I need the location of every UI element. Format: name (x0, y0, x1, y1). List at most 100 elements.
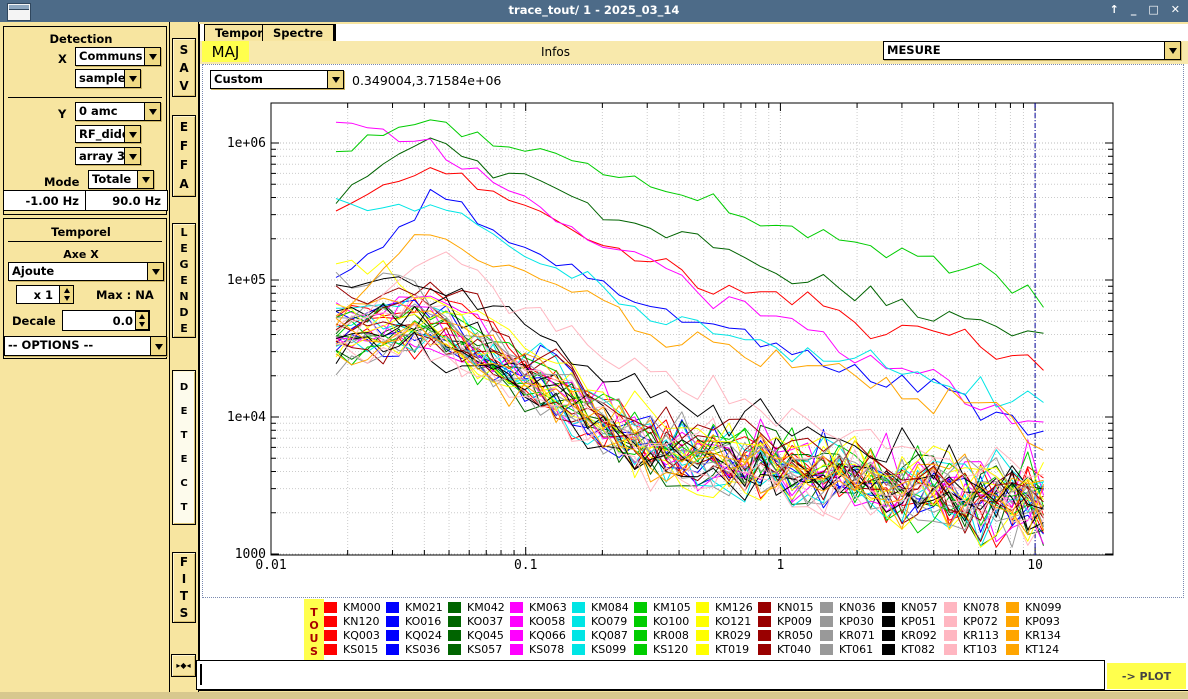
mode-select[interactable]: Totale (88, 170, 154, 189)
legend-item-KR050[interactable]: KR050 (758, 628, 820, 642)
legend-item-KM126[interactable]: KM126 (696, 600, 758, 614)
x-sample-select[interactable]: sample (75, 69, 141, 88)
legend-item-KT082[interactable]: KT082 (882, 643, 944, 657)
maximize-window-icon[interactable]: □ (1148, 3, 1158, 16)
legend-item-KO100[interactable]: KO100 (634, 614, 696, 628)
legend-item-KM063[interactable]: KM063 (510, 600, 572, 614)
legend-item-KR113[interactable]: KR113 (944, 628, 1006, 642)
legend-item-KT124[interactable]: KT124 (1006, 643, 1068, 657)
legende-button[interactable]: L E G E N D E (172, 223, 196, 338)
tous-button[interactable]: T O U S (304, 599, 324, 664)
scale-field[interactable]: x 1 (16, 285, 60, 304)
x-source-select[interactable]: Communs (75, 47, 161, 66)
legend-item-KR029[interactable]: KR029 (696, 628, 758, 642)
chevron-down-icon[interactable] (147, 263, 163, 280)
chevron-down-icon[interactable] (144, 48, 160, 65)
chevron-down-icon[interactable] (124, 126, 140, 142)
axe-x-select[interactable]: Ajoute (8, 262, 164, 281)
tab-spectre[interactable]: Spectre (262, 24, 336, 41)
legend-item-KO037[interactable]: KO037 (448, 614, 510, 628)
range-select[interactable]: Custom (210, 70, 344, 89)
legend-swatch (944, 616, 957, 627)
legend-item-KQ045[interactable]: KQ045 (448, 628, 510, 642)
minimize-window-icon[interactable]: _ (1131, 3, 1137, 16)
legend-item-KM021[interactable]: KM021 (386, 600, 448, 614)
legend-item-KM000[interactable]: KM000 (324, 600, 386, 614)
chevron-down-icon[interactable] (327, 71, 343, 88)
effa-button[interactable]: E F F A (172, 115, 196, 197)
freq-min-field[interactable]: -1.00 Hz (3, 190, 86, 211)
legend-item-KR008[interactable]: KR008 (634, 628, 696, 642)
legend-item-KO016[interactable]: KO016 (386, 614, 448, 628)
sav-button[interactable]: S A V (172, 38, 196, 97)
legend-item-KS099[interactable]: KS099 (572, 643, 634, 657)
legend-item-KP009[interactable]: KP009 (758, 614, 820, 628)
legend-item-KP093[interactable]: KP093 (1006, 614, 1068, 628)
legend-item-KP051[interactable]: KP051 (882, 614, 944, 628)
shade-window-icon[interactable]: ↑ (1110, 3, 1119, 16)
legend-item-KS057[interactable]: KS057 (448, 643, 510, 657)
freq-max-field[interactable]: 90.0 Hz (85, 190, 168, 211)
legend-item-KO121[interactable]: KO121 (696, 614, 758, 628)
legend-item-KR092[interactable]: KR092 (882, 628, 944, 642)
legend-item-KM084[interactable]: KM084 (572, 600, 634, 614)
chevron-down-icon[interactable] (124, 70, 140, 87)
scale-stepper[interactable] (59, 285, 74, 304)
legend-label: KS120 (653, 643, 688, 656)
legend-item-KR134[interactable]: KR134 (1006, 628, 1068, 642)
close-window-icon[interactable]: ✕ (1171, 3, 1180, 16)
legend-item-KR071[interactable]: KR071 (820, 628, 882, 642)
legend-item-KN036[interactable]: KN036 (820, 600, 882, 614)
title-bar[interactable]: trace_tout/ 1 - 2025_03_14 ↑ _ □ ✕ (0, 0, 1188, 22)
autoscale-icon-button[interactable]: ▸◆◂ (171, 654, 196, 677)
command-input[interactable] (196, 660, 1105, 690)
chevron-down-icon[interactable] (150, 337, 166, 355)
legend-item-KS015[interactable]: KS015 (324, 643, 386, 657)
mesure-select[interactable]: MESURE (883, 41, 1181, 60)
y-source-select[interactable]: 0 amc (75, 102, 161, 121)
legend-item-KM105[interactable]: KM105 (634, 600, 696, 614)
legend-item-KQ003[interactable]: KQ003 (324, 628, 386, 642)
options-select[interactable]: -- OPTIONS -- (4, 336, 167, 356)
legend-item-KQ087[interactable]: KQ087 (572, 628, 634, 642)
legend-item-KT061[interactable]: KT061 (820, 643, 882, 657)
plot-button[interactable]: -> PLOT (1107, 663, 1186, 689)
spectra-plot[interactable]: 10001e+041e+051e+060.010.1110 (200, 90, 1188, 592)
legend-item-KQ024[interactable]: KQ024 (386, 628, 448, 642)
legend-label: KR071 (839, 629, 875, 642)
legend-item-KS036[interactable]: KS036 (386, 643, 448, 657)
legend-item-KT103[interactable]: KT103 (944, 643, 1006, 657)
max-label: Max : NA (96, 288, 154, 302)
legend-swatch (510, 602, 523, 613)
legend-column: KN099KP093KR134KT124 (1006, 600, 1068, 657)
y-array-select[interactable]: array 3 (75, 147, 141, 165)
legend-swatch (696, 602, 709, 613)
legend-item-KT040[interactable]: KT040 (758, 643, 820, 657)
legend-swatch (510, 644, 523, 655)
chevron-down-icon[interactable] (137, 171, 153, 188)
chevron-down-icon[interactable] (1164, 42, 1180, 59)
y-quantity-select[interactable]: RF_didq (75, 125, 141, 143)
legend-label: KQ024 (405, 629, 442, 642)
legend-item-KS120[interactable]: KS120 (634, 643, 696, 657)
legend-item-KP030[interactable]: KP030 (820, 614, 882, 628)
legend-item-KP072[interactable]: KP072 (944, 614, 1006, 628)
legend-item-KN078[interactable]: KN078 (944, 600, 1006, 614)
detect-button[interactable]: D E T E C T (172, 370, 196, 525)
legend-item-KO079[interactable]: KO079 (572, 614, 634, 628)
legend-swatch (510, 616, 523, 627)
chevron-down-icon[interactable] (124, 148, 140, 164)
legend-item-KT019[interactable]: KT019 (696, 643, 758, 657)
legend-item-KN099[interactable]: KN099 (1006, 600, 1068, 614)
legend-item-KO058[interactable]: KO058 (510, 614, 572, 628)
legend-item-KN015[interactable]: KN015 (758, 600, 820, 614)
legend-item-KS078[interactable]: KS078 (510, 643, 572, 657)
legend-item-KN120[interactable]: KN120 (324, 614, 386, 628)
window-title: trace_tout/ 1 - 2025_03_14 (0, 3, 1188, 17)
legend-item-KQ066[interactable]: KQ066 (510, 628, 572, 642)
decale-stepper[interactable] (135, 311, 149, 330)
chevron-down-icon[interactable] (144, 103, 160, 120)
legend-item-KN057[interactable]: KN057 (882, 600, 944, 614)
legend-item-KM042[interactable]: KM042 (448, 600, 510, 614)
maj-button[interactable]: MAJ (202, 41, 249, 62)
